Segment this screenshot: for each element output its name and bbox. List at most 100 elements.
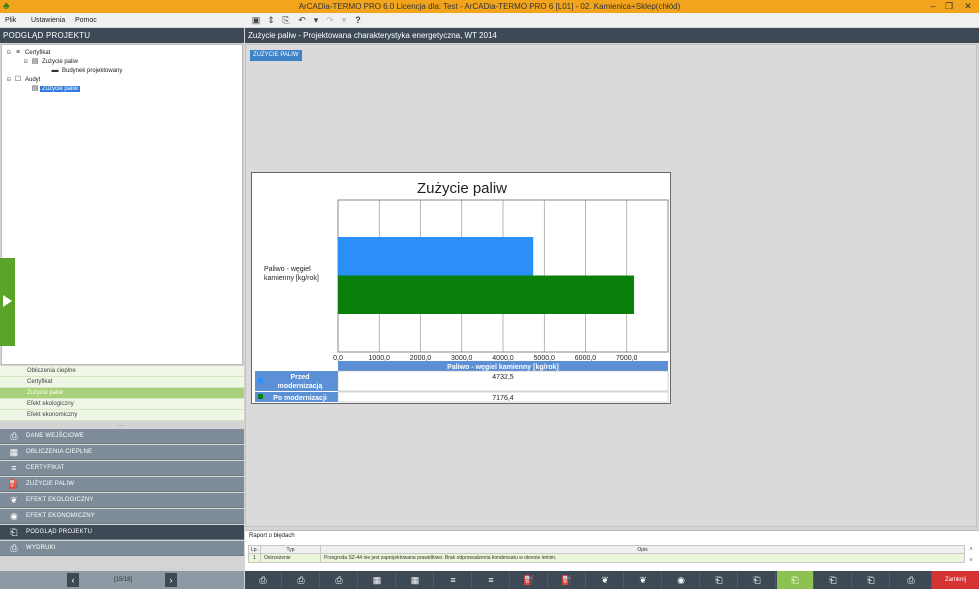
right-panel-header: Zużycie paliw - Projektowana charakterys… [245,28,979,43]
col-lp: Lp. [248,545,261,554]
preview-active-icon[interactable]: ⎗ [777,571,814,589]
undo-dropdown-icon[interactable]: ▾ [310,14,322,26]
x-tick-label: 0,0 [333,355,343,362]
chart-svg: Zużycie paliw Paliwo - węgiel kamienny [… [255,180,669,403]
scroll-down-icon[interactable]: ˅ [966,556,976,567]
printer-icon: ⎙ [10,543,18,553]
redo-icon[interactable]: ↷ [324,14,336,26]
x-tick-label: 4000,0 [492,355,514,362]
restore-button[interactable]: ❐ [942,0,956,13]
x-tick-label: 3000,0 [451,355,473,362]
report-scrollbar[interactable]: ˄ ˅ [966,545,976,569]
nav-zuzycie-paliw[interactable]: ⛽ ZUŻYCIE PALIW [0,477,244,492]
printer-icon[interactable]: ⎙ [891,571,932,589]
subitem-zuzycie-paliw[interactable]: Zużycie paliw [0,388,244,399]
nav-efekt-ekonomiczny[interactable]: ◉ EFEKT EKONOMICZNY [0,509,244,524]
fuel-alt-icon[interactable]: ⛽ [549,571,586,589]
value-label-przed: 4732,5 [492,374,514,381]
tree-item-budynek-projektowany[interactable]: ▬ Budynek projektowany [50,66,124,76]
window-title: ArCADia-TERMO PRO 6.0 Licencja dla: Test… [298,2,681,11]
x-tick-label: 6000,0 [575,355,597,362]
preview-next-icon[interactable]: ⎗ [815,571,852,589]
preview-alt-icon[interactable]: ⎗ [739,571,776,589]
legend-label-przed-1: Przed [290,374,309,381]
audit-icon: ☐ [14,76,22,83]
col-typ: Typ [260,545,321,554]
preview-last-icon[interactable]: ⎗ [853,571,890,589]
error-report-panel: Raport o błędach Lp. Typ Opis 1 Ostrzeże… [245,530,979,571]
certificate-icon: ≡ [11,463,17,473]
prev-page-button[interactable]: ‹ [67,573,79,587]
fuel-icon[interactable]: ⛽ [511,571,548,589]
subitem-efekt-ekonomiczny[interactable]: Efekt ekonomiczny [0,410,244,421]
splitter-handle[interactable]: ..... [110,422,132,428]
certificate-icon[interactable]: ≡ [435,571,472,589]
sync-icon[interactable]: ⇕ [265,14,277,26]
x-tick-label: 2000,0 [410,355,432,362]
minimize-button[interactable]: – [926,0,940,13]
table-header: Paliwo - węgiel kamienny [kg/rok] [447,364,559,371]
save-icon[interactable]: ▣ [250,14,262,26]
x-tick-label: 5000,0 [534,355,556,362]
calculation-icon[interactable]: ▦ [359,571,396,589]
section-sublist: Obliczenia cieplne Certyfikat Zużycie pa… [0,366,244,424]
subitem-obliczenia-cieplne[interactable]: Obliczenia cieplne [0,366,244,377]
coin-icon[interactable]: ◉ [663,571,700,589]
input-data-icon[interactable]: ⎙ [245,571,282,589]
pager-bar: ‹ [15/18] › [0,571,244,589]
next-page-button[interactable]: › [165,573,177,587]
value-label-po: 7176,4 [492,395,514,402]
nav-wydruki[interactable]: ⎙ WYDRUKI [0,541,244,556]
menu-file[interactable]: Plik [5,15,16,26]
cell-lp: 1 [248,553,261,563]
col-opis: Opis [320,545,965,554]
menu-help[interactable]: Pomoc [75,15,97,26]
category-label-line-2: kamienny [kg/rok] [264,275,319,282]
close-button[interactable]: Zamknij [932,571,979,589]
nav-podglad-projektu[interactable]: ⎗ PODGLĄD PROJEKTU [0,525,244,540]
fuel-consumption-chart: Zużycie paliw Paliwo - węgiel kamienny [… [251,172,671,404]
cell-typ: Ostrzeżenie [260,553,321,563]
tree-item-audyt-zuzycie-paliw[interactable]: ▤ Zużycie paliw [30,84,81,94]
report-table: Lp. Typ Opis 1 Ostrzeżenie Przegroda SZ-… [248,545,965,563]
nav-dane-wejsciowe[interactable]: ⎙ DANE WEJŚCIOWE [0,429,244,444]
leaf-alt-icon[interactable]: ❦ [625,571,662,589]
legend-label-przed-2: modernizacją [278,383,323,390]
section-tag[interactable]: ZUŻYCIE PALIW [250,50,302,61]
building-icon: ▬ [51,67,59,74]
preview-icon[interactable]: ⎗ [701,571,738,589]
leaf-icon: ❦ [10,495,18,505]
input-data-icon: ⎙ [10,431,18,441]
calculation-alt-icon[interactable]: ▦ [397,571,434,589]
fuel-icon: ⛽ [8,479,20,489]
subitem-efekt-ekologiczny[interactable]: Efekt ekologiczny [0,399,244,410]
close-window-button[interactable]: ✕ [960,0,976,13]
export-icon[interactable]: ⎘ [280,14,292,26]
list-icon: ≡ [15,49,21,56]
nav-efekt-ekologiczny[interactable]: ❦ EFEKT EKOLOGICZNY [0,493,244,508]
certificate-alt-icon[interactable]: ≡ [473,571,510,589]
bar-po-modernizacji [338,275,635,314]
input-data-next-icon[interactable]: ⎙ [283,571,320,589]
left-panel-header: PODGLĄD PROJEKTU [0,28,244,43]
bar-przed-modernizacja [338,237,534,276]
report-header-row: Lp. Typ Opis [248,545,965,554]
nav-certyfikat[interactable]: ≡ CERTYFIKAT [0,461,244,476]
report-title: Raport o błędach [249,533,295,539]
leaf-icon[interactable]: ❦ [587,571,624,589]
help-icon[interactable]: ? [352,14,364,26]
chart-title: Zużycie paliw [417,180,507,197]
x-tick-labels: 0,0 1000,0 2000,0 3000,0 4000,0 5000,0 6000,0 7… [333,355,637,362]
table-row[interactable]: 1 Ostrzeżenie Przegroda SZ-44 nie jest z… [248,553,965,563]
preview-area: ZUŻYCIE PALIW Zużycie paliw Paliwo - węg… [245,44,977,527]
expand-side-tab[interactable] [0,258,15,346]
scroll-up-icon[interactable]: ˄ [966,545,976,556]
redo-dropdown-icon[interactable]: ▾ [338,14,350,26]
nav-obliczenia-cieplne[interactable]: ▦ OBLICZENIA CIEPLNE [0,445,244,460]
input-data-alt-icon[interactable]: ⎙ [321,571,358,589]
undo-icon[interactable]: ↶ [296,14,308,26]
legend-swatch-po [258,394,263,399]
menu-settings[interactable]: Ustawienia [31,15,65,26]
subitem-certyfikat[interactable]: Certyfikat [0,377,244,388]
project-tree: ⊟ ≡ Certyfikat ⊟ ▤ Zużycie paliw ▬ Budynek pr… [1,44,243,365]
